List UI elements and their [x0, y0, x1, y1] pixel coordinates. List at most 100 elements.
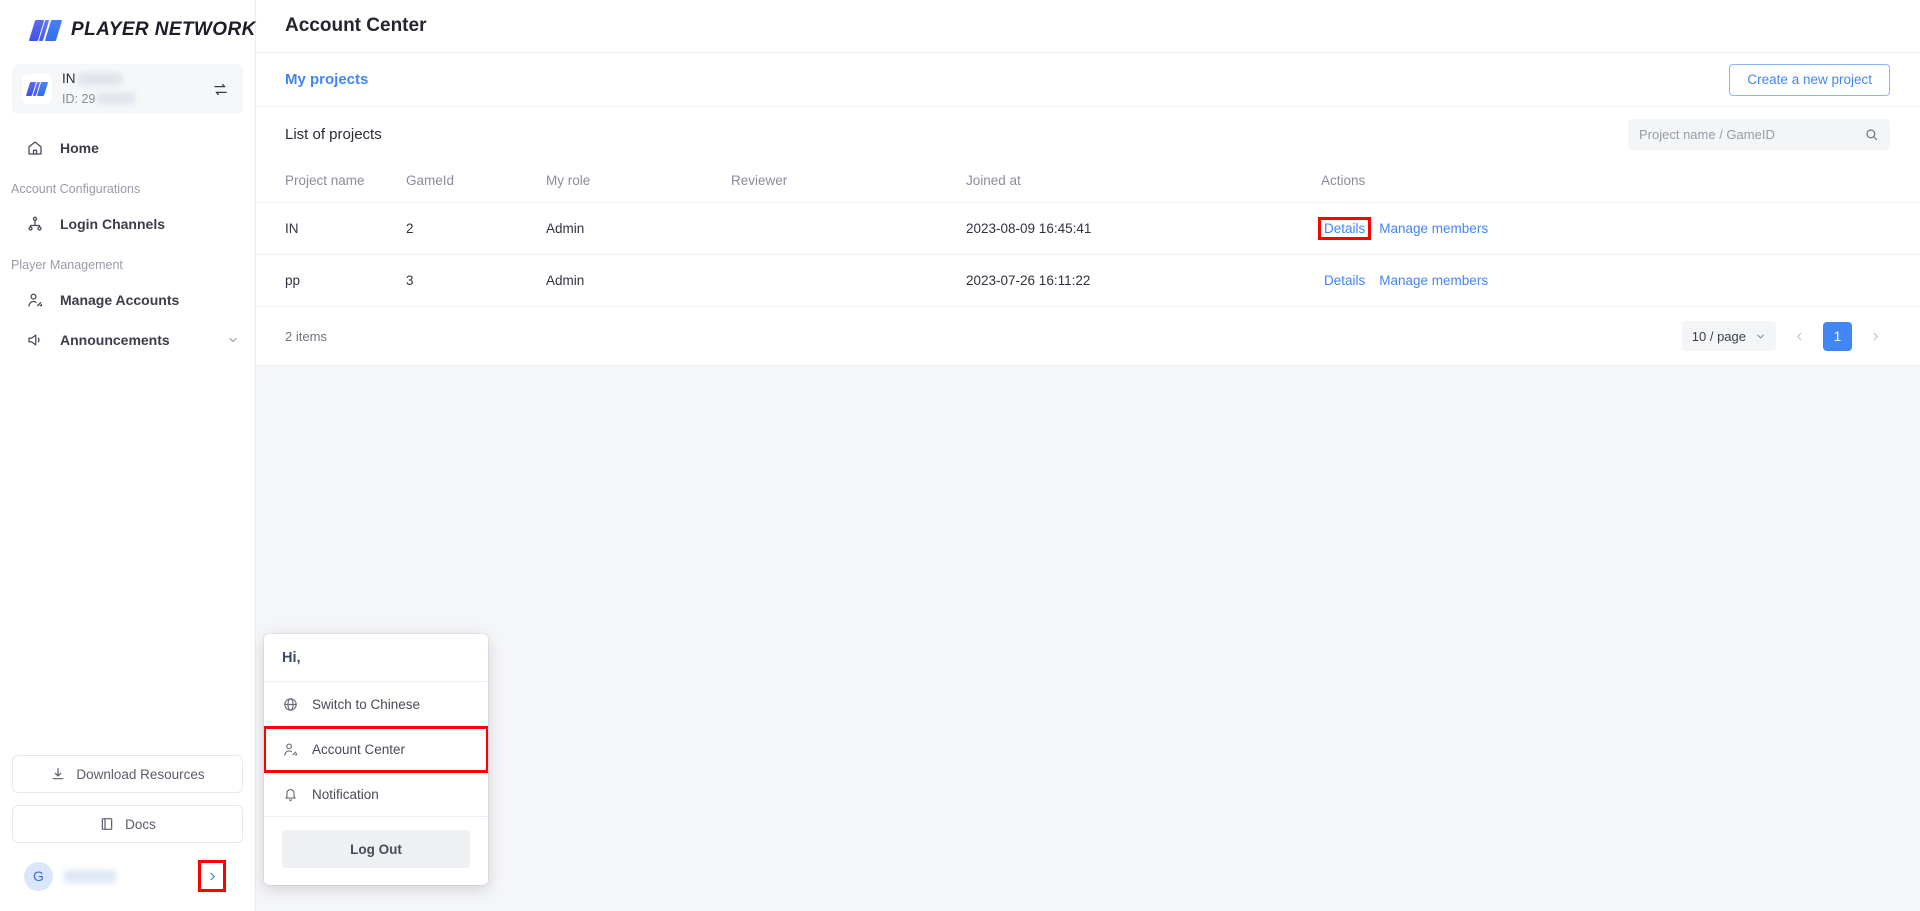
page-size-label: 10 / page — [1691, 328, 1746, 344]
log-out-button[interactable]: Log Out — [282, 830, 470, 868]
sidebar-bottom: Download Resources Docs G — [0, 755, 255, 911]
user-account-row[interactable]: G — [12, 855, 243, 899]
user-menu-greeting: Hi, — [264, 634, 488, 682]
download-resources-button[interactable]: Download Resources — [12, 755, 243, 793]
menu-item-label: Switch to Chinese — [312, 696, 421, 712]
search-icon[interactable] — [1864, 127, 1879, 142]
user-menu-expand-button[interactable] — [198, 860, 226, 892]
menu-item-label: Notification — [312, 786, 379, 802]
pagination-prev-button[interactable] — [1785, 322, 1814, 351]
tab-my-projects[interactable]: My projects — [285, 71, 368, 88]
pagination-next-button[interactable] — [1861, 322, 1890, 351]
sidebar-item-label-home: Home — [60, 140, 99, 156]
column-header-actions: Actions — [1321, 161, 1920, 203]
sidebar-item-manage-accounts[interactable]: Manage Accounts — [0, 280, 255, 320]
project-switcher-id: ID: 29 — [62, 92, 96, 106]
download-icon — [53, 768, 64, 780]
sidebar-item-announcements[interactable]: Announcements — [0, 320, 255, 360]
sidebar-item-label-manage-accounts: Manage Accounts — [60, 292, 180, 308]
column-header-project-name: Project name — [256, 161, 406, 203]
chevron-right-icon — [210, 872, 215, 880]
player-network-logo-icon — [28, 19, 63, 41]
sidebar-item-label-announcements: Announcements — [60, 332, 170, 348]
redacted-user-name — [64, 869, 116, 883]
main-content: Account Center My projects Create a new … — [256, 0, 1920, 911]
docs-button[interactable]: Docs — [12, 805, 243, 843]
column-header-game-id: GameId — [406, 161, 546, 203]
globe-icon — [284, 697, 297, 711]
column-header-joined-at: Joined at — [966, 161, 1321, 203]
sidebar-item-login-channels[interactable]: Login Channels — [0, 204, 255, 244]
column-header-my-role: My role — [546, 161, 731, 203]
manage-members-link[interactable]: Manage members — [1379, 221, 1488, 236]
table-header-row: Project name GameId My role Reviewer Joi… — [256, 161, 1920, 203]
brand-name: PLAYER NETWORK — [71, 19, 256, 40]
avatar: G — [24, 861, 53, 891]
user-settings-icon — [28, 293, 43, 307]
manage-members-link[interactable]: Manage members — [1379, 273, 1488, 288]
sidebar-nav: Home Account Configurations Login Channe… — [0, 114, 255, 360]
cell-joined-at: 2023-08-09 16:45:41 — [966, 202, 1321, 255]
cell-project-name: pp — [256, 254, 406, 307]
bell-icon — [285, 788, 296, 801]
details-link[interactable]: Details — [1321, 272, 1368, 289]
cell-game-id: 2 — [406, 202, 546, 255]
pagination-page-1[interactable]: 1 — [1823, 321, 1852, 351]
table-row[interactable]: IN 2 Admin 2023-08-09 16:45:41 Details M… — [256, 202, 1920, 255]
pagination: 10 / page 1 — [1681, 321, 1890, 351]
docs-label: Docs — [125, 816, 156, 832]
sub-bar: My projects Create a new project — [256, 53, 1920, 107]
projects-panel: List of projects Project name GameId My — [256, 107, 1920, 366]
table-header: Project name GameId My role Reviewer Joi… — [256, 161, 1920, 203]
download-resources-label: Download Resources — [76, 766, 205, 782]
swap-horizontal-icon[interactable] — [212, 81, 229, 98]
cell-joined-at: 2023-07-26 16:11:22 — [966, 254, 1321, 307]
brand-logo[interactable]: PLAYER NETWORK — [0, 0, 255, 60]
table-footer: 2 items 10 / page 1 — [256, 307, 1920, 365]
project-logo-icon — [22, 74, 52, 104]
home-icon — [28, 141, 42, 155]
menu-item-label: Account Center — [312, 741, 406, 757]
cell-reviewer — [731, 254, 966, 307]
menu-item-notification[interactable]: Notification — [264, 772, 488, 817]
redacted-project-name — [77, 72, 122, 85]
menu-item-switch-to-chinese[interactable]: Switch to Chinese — [264, 682, 488, 727]
cell-project-name: IN — [256, 202, 406, 255]
account-center-page: PLAYER NETWORK IN ID: 29 Home Account Co… — [0, 0, 1920, 911]
cell-actions: Details Manage members — [1321, 254, 1920, 307]
megaphone-icon — [28, 334, 40, 346]
sitemap-icon — [28, 216, 42, 231]
search-input[interactable] — [1639, 126, 1858, 142]
book-icon — [101, 818, 113, 830]
cell-my-role: Admin — [546, 202, 731, 255]
sidebar-item-label-login-channels: Login Channels — [60, 216, 165, 232]
chevron-down-icon — [229, 337, 237, 343]
top-bar: Account Center — [256, 0, 1920, 53]
panel-head: List of projects — [256, 107, 1920, 161]
sidebar: PLAYER NETWORK IN ID: 29 Home Account Co… — [0, 0, 256, 911]
sidebar-group-account-configurations: Account Configurations — [11, 182, 141, 196]
cell-game-id: 3 — [406, 254, 546, 307]
project-switcher-meta: IN ID: 29 — [62, 69, 202, 109]
create-new-project-button[interactable]: Create a new project — [1729, 63, 1890, 96]
cell-my-role: Admin — [546, 254, 731, 307]
cell-actions: Details Manage members — [1317, 202, 1920, 255]
chevron-left-icon — [1797, 332, 1802, 340]
content-area: List of projects Project name GameId My — [256, 107, 1920, 911]
project-switcher-name: IN — [62, 71, 76, 86]
sidebar-group-player-management: Player Management — [11, 258, 123, 272]
project-switcher[interactable]: IN ID: 29 — [12, 64, 243, 114]
redacted-project-id — [97, 93, 136, 105]
menu-item-account-center[interactable]: Account Center — [264, 726, 488, 773]
cell-reviewer — [731, 202, 966, 255]
sidebar-item-home[interactable]: Home — [0, 128, 255, 168]
details-link[interactable]: Details — [1317, 217, 1372, 240]
items-count: 2 items — [285, 328, 327, 344]
column-header-reviewer: Reviewer — [731, 161, 966, 203]
projects-table: Project name GameId My role Reviewer Joi… — [256, 161, 1920, 307]
search-box[interactable] — [1628, 118, 1890, 150]
page-size-select[interactable]: 10 / page — [1681, 321, 1776, 351]
table-body: IN 2 Admin 2023-08-09 16:45:41 Details M… — [256, 202, 1920, 307]
panel-title: List of projects — [285, 125, 382, 143]
table-row[interactable]: pp 3 Admin 2023-07-26 16:11:22 Details M… — [256, 254, 1920, 307]
